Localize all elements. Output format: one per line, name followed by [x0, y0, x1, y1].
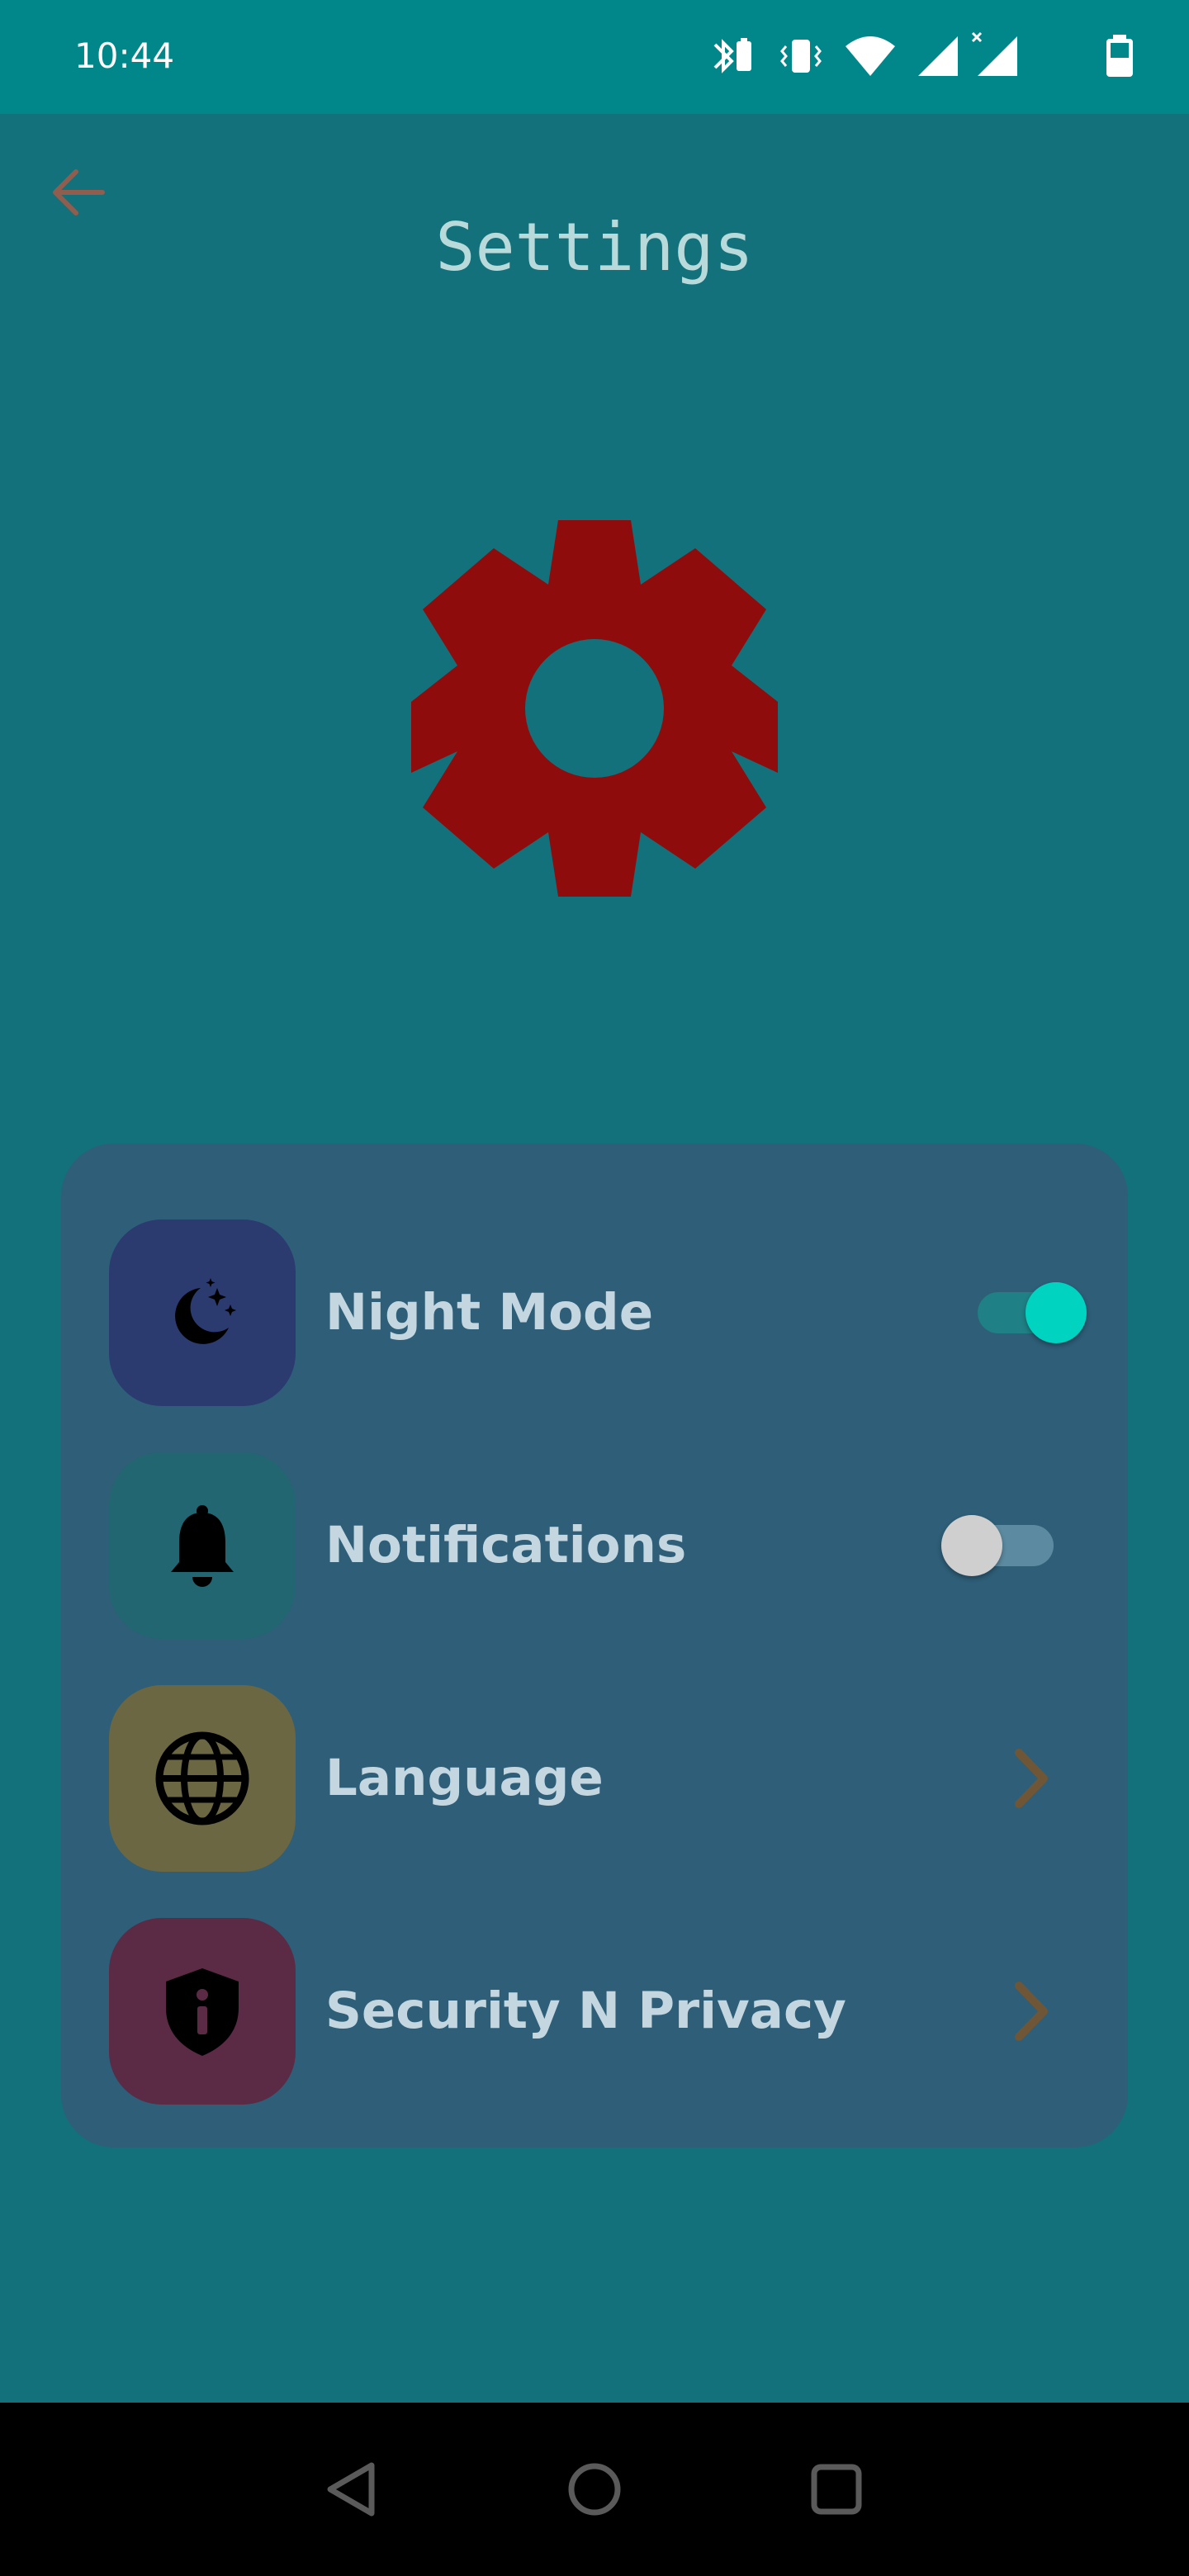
page-title: Settings [435, 209, 754, 286]
security-icon-tile [109, 1918, 296, 2105]
battery-icon [1106, 35, 1133, 77]
recents-square-icon[interactable] [799, 2452, 874, 2526]
cell-signal-icon [918, 36, 958, 76]
cell-signal-no-data-icon [971, 31, 1017, 76]
vibrate-icon [780, 40, 822, 73]
home-circle-icon[interactable] [557, 2452, 632, 2526]
security-privacy-label: Security N Privacy [325, 1982, 846, 2040]
shield-info-icon [166, 1968, 239, 2056]
chevron-right-icon[interactable] [994, 1741, 1068, 1816]
toggle-thumb [1026, 1282, 1087, 1343]
setting-row-security-privacy[interactable]: Security N Privacy [61, 1918, 1128, 2105]
status-time: 10:44 [74, 36, 175, 76]
night-mode-icon-tile [109, 1219, 296, 1406]
chevron-right-icon[interactable] [994, 1974, 1068, 2048]
setting-row-notifications[interactable]: Notifications [61, 1452, 1128, 1639]
toggle-thumb [941, 1515, 1002, 1576]
back-triangle-icon[interactable] [315, 2452, 390, 2526]
system-nav-bar [0, 2403, 1189, 2576]
night-mode-toggle[interactable] [971, 1219, 1087, 1406]
setting-row-language[interactable]: Language [61, 1685, 1128, 1872]
night-mode-label: Night Mode [325, 1283, 654, 1342]
notifications-toggle[interactable] [941, 1452, 1060, 1639]
language-label: Language [325, 1749, 604, 1807]
wifi-icon [846, 36, 895, 76]
bell-icon [171, 1505, 234, 1587]
notifications-icon-tile [109, 1452, 296, 1639]
status-bar: 10:44 [0, 0, 1189, 114]
notifications-label: Notifications [325, 1516, 687, 1574]
globe-icon [155, 1731, 249, 1825]
language-icon-tile [109, 1685, 296, 1872]
settings-card: Night Mode Notifications Language Securi… [61, 1144, 1128, 2147]
bluetooth-battery-icon [713, 38, 751, 73]
moon-stars-icon [175, 1278, 236, 1344]
setting-row-night-mode[interactable]: Night Mode [61, 1219, 1128, 1406]
gear-icon [411, 520, 778, 897]
